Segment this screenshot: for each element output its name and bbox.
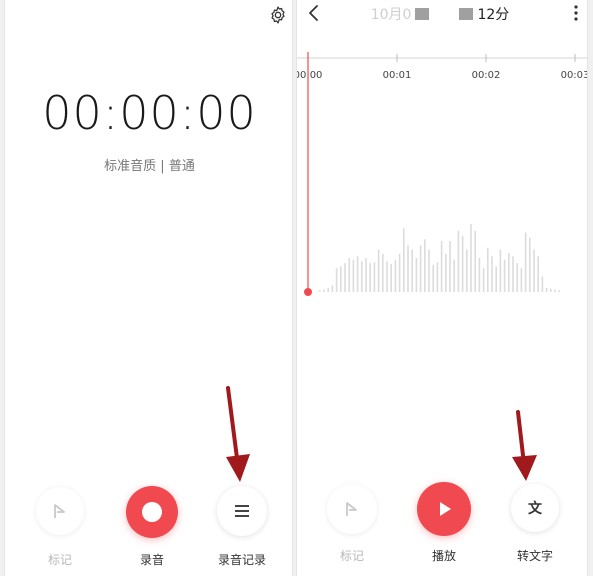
waveform-bar (386, 261, 388, 292)
waveform-bar (432, 264, 434, 292)
waveform-bar (403, 228, 405, 293)
waveform-bar (520, 268, 523, 292)
waveform-bar (428, 249, 430, 292)
waveform-bar (365, 258, 367, 292)
recordings-list-button-label: 录音记录 (217, 553, 266, 567)
waveform-bar (545, 287, 548, 293)
recording-title: 10月0 12分 (355, 4, 525, 24)
settings-gear-icon[interactable] (268, 5, 288, 25)
waveform-bar (373, 262, 376, 292)
waveform-bar (524, 232, 527, 292)
recording-title-time: 12分 (477, 7, 510, 23)
text-icon: 文 (528, 501, 542, 517)
waveform-bar (323, 289, 325, 292)
waveform-bar (537, 256, 539, 292)
waveform-bar (377, 249, 380, 292)
waveform-bar (541, 276, 544, 292)
waveform-bar (398, 253, 401, 293)
redacted-block (415, 8, 430, 20)
mark-button-label: 标记 (47, 553, 72, 567)
waveform-bar (319, 290, 321, 292)
waveform-bar (335, 268, 338, 292)
waveform-bar (348, 258, 350, 292)
waveform-bar (352, 259, 355, 292)
playback-mark-label: 标记 (339, 549, 364, 563)
waveform-bar (529, 237, 531, 292)
waveform-bar (390, 263, 392, 292)
waveform-bar (554, 289, 556, 292)
recording-title-date: 10月0 (370, 7, 412, 23)
waveform-bar (516, 263, 518, 292)
waveform-bar (499, 249, 502, 292)
waveform-bar (503, 259, 506, 292)
waveform-bar (424, 239, 426, 292)
flag-icon (346, 502, 357, 516)
waveform-bar (470, 224, 472, 292)
timeline-tick-label: 00:00 (297, 70, 322, 81)
waveform-bar (512, 256, 514, 292)
audio-quality-label: 标准音质 | 普通 (104, 159, 195, 174)
more-options-icon[interactable] (571, 4, 581, 22)
waveform-bar (453, 259, 455, 292)
waveform-bar (487, 247, 489, 292)
waveform-bar (369, 263, 371, 292)
waveform-bar (340, 266, 342, 292)
waveform-bar (415, 258, 418, 292)
record-dot-icon (142, 502, 162, 522)
waveform-bar (394, 259, 397, 292)
record-button[interactable] (126, 486, 178, 538)
redacted-block (459, 8, 474, 20)
waveform-bar (449, 241, 451, 292)
waveform-bar (407, 245, 409, 293)
waveform-bar (331, 285, 334, 292)
waveform-bar (344, 263, 346, 292)
waveform-bar (533, 249, 535, 292)
recording-timer: 00:00:00 (42, 86, 257, 140)
play-button-label: 播放 (431, 549, 456, 563)
waveform-bar (478, 258, 481, 292)
playback-mark-button[interactable] (327, 484, 377, 534)
waveform-view[interactable]: 00:00 00:01 00:02 00:03 (297, 50, 588, 310)
waveform-bar (436, 262, 439, 292)
waveform-bar (440, 241, 443, 292)
list-icon (235, 505, 249, 517)
back-arrow-icon[interactable] (307, 4, 321, 22)
record-button-label: 录音 (139, 553, 164, 567)
waveform-bar (495, 266, 497, 292)
waveform-bar (461, 235, 464, 292)
play-icon (440, 502, 451, 516)
transcribe-button-label: 转文字 (516, 549, 553, 563)
waveform-bar (550, 288, 552, 292)
waveform-bar (482, 268, 485, 292)
playhead-handle[interactable] (304, 288, 312, 296)
timeline-tick-label: 00:01 (383, 70, 412, 81)
waveform-bar (327, 287, 329, 293)
waveform-bar (466, 249, 468, 292)
waveform-bar (356, 256, 359, 292)
mark-button[interactable] (36, 487, 84, 535)
waveform-bar (361, 261, 363, 292)
waveform-bar (491, 256, 493, 292)
waveform-bar (474, 230, 476, 292)
timeline-tick-label: 00:02 (472, 70, 501, 81)
transcribe-button[interactable]: 文 (511, 484, 559, 532)
waveform-bar (558, 290, 560, 292)
waveform-bar (411, 249, 413, 292)
play-button[interactable] (417, 482, 471, 536)
playback-panel: 10月0 12分 00:00 00:01 00:02 00:03 标记 播放 文 转文字 (296, 0, 588, 576)
flag-icon (54, 504, 65, 518)
recordings-list-button[interactable] (217, 486, 267, 536)
waveform-bar (457, 230, 460, 292)
recorder-panel: 00:00:00 标准音质 | 普通 标记 录音 录音记录 (4, 0, 293, 576)
waveform-bar (419, 245, 422, 293)
timeline-tick-label: 00:03 (561, 70, 588, 81)
waveform-bar (382, 253, 384, 293)
playback-top-bar: 10月0 12分 (297, 0, 587, 28)
waveform-bar (445, 253, 447, 293)
waveform-bar (508, 252, 510, 292)
